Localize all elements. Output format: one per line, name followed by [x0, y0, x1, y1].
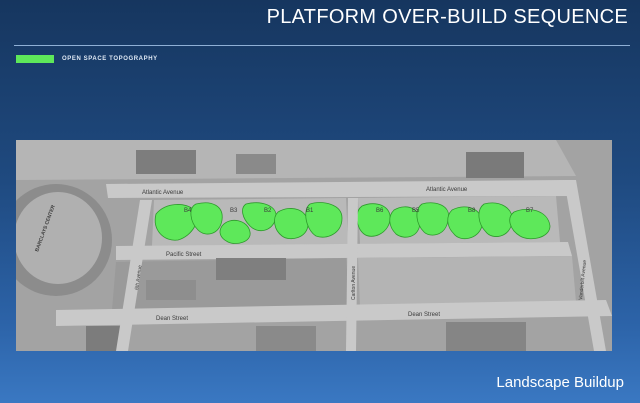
legend-label: OPEN SPACE TOPOGRAPHY: [62, 56, 158, 62]
parcel-label: B2: [264, 208, 272, 214]
building: [136, 150, 196, 174]
street-label-pacific: Pacific Street: [166, 252, 202, 258]
parcel-label: B4: [184, 208, 192, 214]
street-label-atlantic-right: Atlantic Avenue: [426, 187, 468, 193]
parcel-label: B5: [412, 208, 420, 214]
south-east-block: [358, 256, 576, 306]
building: [256, 326, 316, 351]
parcel-label: B3: [230, 208, 238, 214]
parcel-label: B7: [526, 208, 534, 214]
legend-swatch: [16, 55, 54, 63]
slide-caption: Landscape Buildup: [496, 374, 624, 391]
building: [466, 152, 524, 178]
building: [236, 154, 276, 174]
slide-title: PLATFORM OVER-BUILD SEQUENCE: [266, 6, 628, 28]
arena-roof: [16, 192, 102, 284]
street-label-dean-left: Dean Street: [156, 316, 188, 322]
street-label-dean-right: Dean Street: [408, 312, 440, 318]
street-label-atlantic-left: Atlantic Avenue: [142, 190, 184, 196]
building: [216, 258, 286, 280]
building: [146, 280, 196, 300]
street-label-carlton: Carlton Avenue: [351, 266, 357, 300]
title-divider: [14, 45, 630, 46]
parcel-label: B8: [468, 208, 476, 214]
building: [446, 322, 526, 351]
parcel-label: B1: [306, 208, 314, 214]
site-rendering: Atlantic Avenue Atlantic Avenue Pacific …: [16, 140, 612, 351]
legend: OPEN SPACE TOPOGRAPHY: [16, 55, 158, 63]
parcel-label: B6: [376, 208, 384, 214]
